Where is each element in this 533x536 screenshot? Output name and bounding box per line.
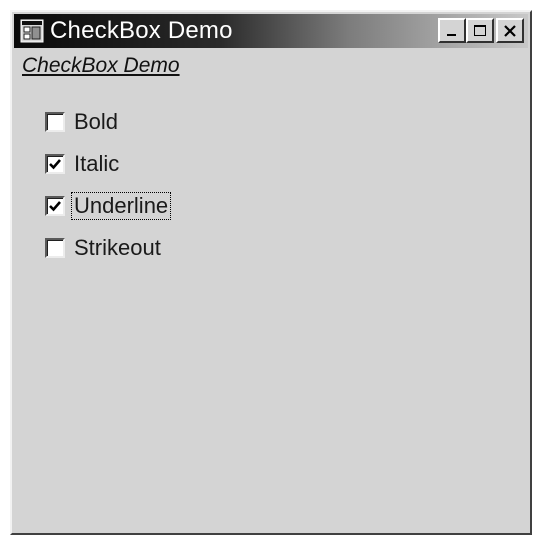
title-bar[interactable]: CheckBox Demo: [14, 14, 528, 48]
maximize-button[interactable]: [466, 18, 494, 43]
checkbox-strikeout[interactable]: Strikeout: [45, 233, 163, 263]
minimize-icon: [447, 33, 456, 36]
checkbox-bold[interactable]: Bold: [45, 107, 120, 137]
checkbox-italic-box[interactable]: [45, 154, 65, 174]
checkbox-bold-label[interactable]: Bold: [72, 109, 120, 135]
checkmark-icon: [49, 201, 61, 212]
close-icon: [504, 24, 516, 37]
window-controls: [436, 18, 524, 43]
checkbox-underline-box[interactable]: [45, 196, 65, 216]
minimize-button[interactable]: [438, 18, 466, 43]
window-title: CheckBox Demo: [50, 17, 233, 44]
checkbox-underline[interactable]: Underline: [45, 191, 172, 221]
app-icon[interactable]: [18, 17, 46, 45]
checkmark-icon: [49, 159, 61, 170]
checkbox-strikeout-box[interactable]: [45, 238, 65, 258]
checkbox-bold-box[interactable]: [45, 112, 65, 132]
checkbox-italic[interactable]: Italic: [45, 149, 121, 179]
form-link-label[interactable]: CheckBox Demo: [22, 54, 180, 78]
checkbox-underline-label[interactable]: Underline: [70, 192, 172, 220]
maximize-icon: [474, 24, 486, 36]
close-button[interactable]: [496, 18, 524, 43]
app-window: CheckBox Demo CheckBox Demo Bold Italic …: [10, 10, 532, 535]
checkbox-italic-label[interactable]: Italic: [72, 151, 121, 177]
checkbox-strikeout-label[interactable]: Strikeout: [72, 235, 163, 261]
